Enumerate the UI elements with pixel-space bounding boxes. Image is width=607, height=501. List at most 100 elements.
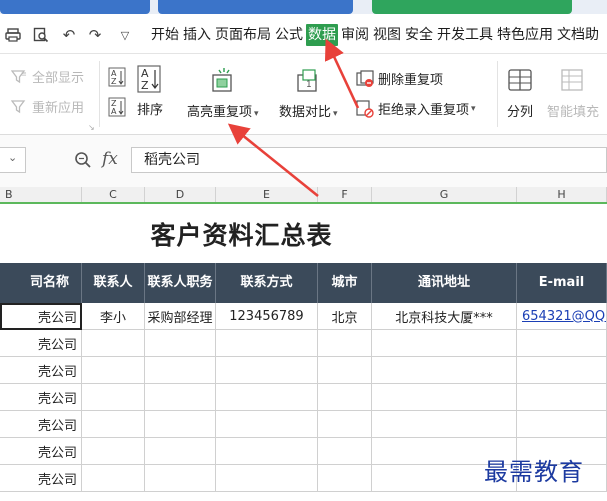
table-header-cell[interactable]: 通讯地址 [372, 263, 517, 303]
group-expand-icon[interactable]: ↘ [88, 123, 95, 132]
column-header-b[interactable]: B [0, 187, 82, 202]
table-cell[interactable] [145, 384, 216, 411]
table-header-cell[interactable]: 联系人职务 [145, 263, 216, 303]
sort-descending-icon[interactable]: ZA [108, 97, 128, 123]
menu-tab-2[interactable]: 页面布局 [214, 24, 272, 46]
table-cell[interactable] [82, 411, 145, 438]
table-cell[interactable] [216, 330, 318, 357]
table-header-cell[interactable]: 司名称 [0, 263, 82, 303]
table-cell[interactable] [216, 438, 318, 465]
column-header-c[interactable]: C [82, 187, 145, 202]
table-cell[interactable] [216, 384, 318, 411]
table-header-cell[interactable]: 城市 [318, 263, 372, 303]
table-cell[interactable] [145, 465, 216, 492]
menu-tab-1[interactable]: 插入 [182, 24, 212, 46]
menu-tab-9[interactable]: 特色应用 [496, 24, 554, 46]
data-compare-dropdown-icon[interactable]: ▾ [333, 109, 338, 119]
table-cell[interactable] [372, 330, 517, 357]
menu-tab-4[interactable]: 数据 [306, 24, 338, 46]
table-cell[interactable]: 壳公司 [0, 357, 82, 384]
table-cell[interactable] [318, 330, 372, 357]
table-cell[interactable] [82, 438, 145, 465]
print-preview-icon[interactable] [32, 26, 50, 44]
column-header-e[interactable]: E [216, 187, 318, 202]
table-cell[interactable] [82, 330, 145, 357]
table-header-cell[interactable]: 联系人 [82, 263, 145, 303]
highlight-duplicates-button[interactable]: 高亮重复项 ▾ [187, 67, 259, 120]
table-cell[interactable] [145, 411, 216, 438]
sort-ascending-icon[interactable]: AZ [108, 67, 128, 93]
table-cell[interactable] [145, 330, 216, 357]
menu-tab-7[interactable]: 安全 [404, 24, 434, 46]
table-cell[interactable] [216, 357, 318, 384]
table-cell[interactable]: 北京科技大厦*** [372, 303, 517, 330]
document-tab-3[interactable] [372, 0, 572, 14]
table-cell[interactable] [372, 411, 517, 438]
table-cell[interactable] [517, 384, 607, 411]
menu-tab-8[interactable]: 开发工具 [436, 24, 494, 46]
svg-text:1: 1 [306, 80, 312, 90]
sort-button[interactable]: AZ 排序 [137, 65, 163, 118]
table-cell[interactable] [517, 330, 607, 357]
table-cell[interactable]: 壳公司 [0, 330, 82, 357]
menu-tab-10[interactable]: 文档助 [556, 24, 600, 46]
table-cell[interactable] [145, 438, 216, 465]
table-cell[interactable]: 壳公司 [0, 438, 82, 465]
table-cell[interactable]: 采购部经理 [145, 303, 216, 330]
table-cell[interactable] [517, 357, 607, 384]
column-header-h[interactable]: H [517, 187, 607, 202]
table-cell[interactable] [517, 411, 607, 438]
table-cell[interactable] [372, 357, 517, 384]
table-cell[interactable]: 壳公司 [0, 303, 82, 330]
table-cell[interactable] [318, 357, 372, 384]
table-cell[interactable]: 壳公司 [0, 384, 82, 411]
table-cell[interactable] [318, 438, 372, 465]
table-header-cell[interactable]: E-mail [517, 263, 607, 303]
zoom-search-icon[interactable] [74, 151, 92, 173]
table-cell[interactable]: 北京 [318, 303, 372, 330]
menu-tab-5[interactable]: 审阅 [340, 24, 370, 46]
smart-fill-button[interactable]: 智能填充 [547, 67, 599, 120]
table-cell[interactable]: 壳公司 [0, 411, 82, 438]
menu-tab-6[interactable]: 视图 [372, 24, 402, 46]
remove-duplicates-button[interactable]: 删除重复项 [356, 69, 443, 88]
formula-input[interactable]: 稻壳公司 [131, 147, 607, 173]
table-cell[interactable]: 123456789 [216, 303, 318, 330]
table-cell[interactable] [318, 384, 372, 411]
table-cell[interactable]: 李小 [82, 303, 145, 330]
table-cell[interactable]: 壳公司 [0, 465, 82, 492]
data-compare-button[interactable]: 1 数据对比 ▾ [279, 67, 338, 120]
column-header-d[interactable]: D [145, 187, 216, 202]
menu-tab-0[interactable]: 开始 [150, 24, 180, 46]
function-fx-icon[interactable]: fx [102, 149, 118, 169]
table-cell[interactable] [318, 465, 372, 492]
table-cell[interactable] [372, 384, 517, 411]
table-cell[interactable] [82, 384, 145, 411]
highlight-dropdown-icon[interactable]: ▾ [254, 109, 259, 119]
menu-tab-3[interactable]: 公式 [274, 24, 304, 46]
table-cell[interactable]: 654321@QQ.COM [517, 303, 607, 330]
name-box[interactable]: ⌄ [0, 147, 26, 173]
table-cell[interactable] [82, 357, 145, 384]
table-header-cell[interactable]: 联系方式 [216, 263, 318, 303]
sheet-title[interactable]: 客户资料汇总表 [0, 216, 483, 252]
table-cell[interactable] [318, 411, 372, 438]
reject-dropdown-icon[interactable]: ▾ [471, 104, 476, 114]
document-tab-1[interactable] [0, 0, 150, 14]
print-icon[interactable] [4, 26, 22, 44]
document-tab-2[interactable] [158, 0, 353, 14]
show-all-button[interactable]: ≡ 全部显示 [10, 67, 84, 86]
reject-duplicates-button[interactable]: 拒绝录入重复项 ▾ [356, 99, 476, 118]
table-cell[interactable] [216, 465, 318, 492]
column-header-f[interactable]: F [318, 187, 372, 202]
undo-icon[interactable]: ↶ [60, 26, 78, 44]
split-column-button[interactable]: 分列 [507, 67, 533, 120]
table-cell[interactable] [82, 465, 145, 492]
table-cell[interactable] [145, 357, 216, 384]
chevron-down-icon[interactable]: ⌄ [8, 151, 17, 164]
reapply-button[interactable]: 重新应用 [10, 97, 84, 116]
redo-icon[interactable]: ↷ [86, 26, 104, 44]
column-header-g[interactable]: G [372, 187, 517, 202]
quick-access-dropdown-icon[interactable]: ▽ [116, 26, 134, 44]
table-cell[interactable] [216, 411, 318, 438]
